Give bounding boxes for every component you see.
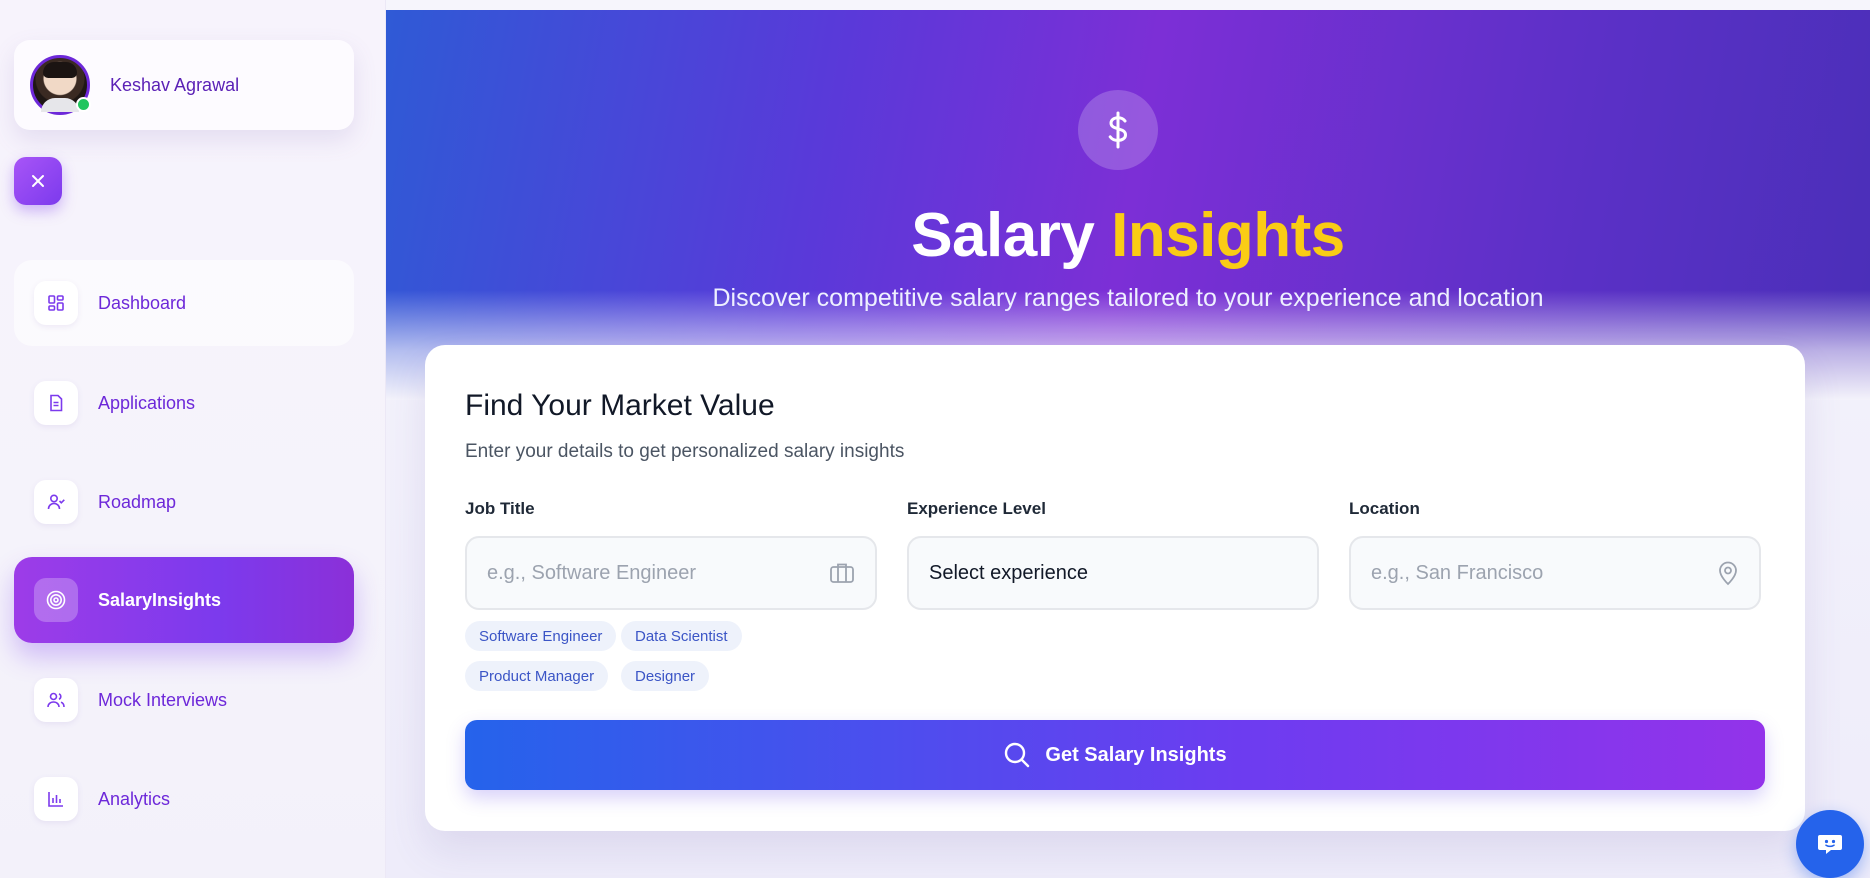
- sidebar-item-label: Analytics: [98, 788, 171, 809]
- sidebar-item-applications[interactable]: Applications: [14, 360, 354, 446]
- experience-level-label: Experience Level: [907, 499, 1046, 518]
- sidebar-item-label: Dashboard: [98, 292, 187, 313]
- chat-assistant-button[interactable]: [1796, 810, 1864, 878]
- dashboard-grid-icon: [34, 281, 78, 325]
- sidebar-item-analytics[interactable]: Analytics: [14, 756, 354, 842]
- close-icon: [32, 175, 44, 187]
- location-placeholder: e.g., San Francisco: [1371, 561, 1544, 584]
- sidebar: Keshav Agrawal Dashboard Applications Ro…: [0, 0, 386, 878]
- document-icon: [34, 381, 78, 425]
- suggestion-chip[interactable]: Software Engineer: [465, 621, 617, 651]
- suggestion-chip[interactable]: Data Scientist: [621, 621, 742, 651]
- avatar-shirt: [41, 98, 79, 112]
- form-subtitle: Enter your details to get personalized s…: [465, 441, 905, 462]
- job-title-input[interactable]: e.g., Software Engineer: [465, 536, 877, 610]
- target-icon: [34, 578, 78, 622]
- submit-label: Get Salary Insights: [1045, 743, 1227, 766]
- search-icon: [1005, 742, 1030, 768]
- sidebar-item-label: Roadmap: [98, 491, 177, 512]
- briefcase-icon: [830, 563, 854, 583]
- profile-card[interactable]: Keshav Agrawal: [14, 40, 354, 130]
- suggestion-chip[interactable]: Product Manager: [465, 661, 609, 691]
- page-title: Salary Insights: [386, 200, 1870, 271]
- salary-form-card: Find Your Market Value Enter your detail…: [425, 345, 1805, 831]
- get-salary-insights-button[interactable]: Get Salary Insights: [465, 720, 1765, 790]
- form-title: Find Your Market Value: [465, 389, 775, 422]
- sidebar-item-salaryinsights[interactable]: SalaryInsights: [14, 557, 354, 643]
- user-check-icon: [34, 480, 78, 524]
- sidebar-item-label: Applications: [98, 392, 196, 413]
- users-icon: [34, 678, 78, 722]
- sidebar-item-dashboard[interactable]: Dashboard: [14, 260, 354, 346]
- close-sidebar-button[interactable]: [14, 157, 62, 205]
- avatar-hair: [43, 62, 77, 78]
- hero-subtitle: Discover competitive salary ranges tailo…: [712, 284, 1544, 312]
- location-input[interactable]: e.g., San Francisco: [1349, 536, 1761, 610]
- chat-bot-icon: [1818, 835, 1842, 854]
- sidebar-item-label: Mock Interviews: [98, 689, 228, 710]
- map-pin-icon: [1719, 561, 1737, 586]
- job-title-label: Job Title: [465, 499, 535, 518]
- job-title-placeholder: e.g., Software Engineer: [487, 561, 697, 584]
- sidebar-item-label: SalaryInsights: [98, 589, 222, 610]
- sidebar-item-roadmap[interactable]: Roadmap: [14, 459, 354, 545]
- main-content: Salary Insights Discover competitive sal…: [386, 0, 1870, 878]
- sidebar-item-mock-interviews[interactable]: Mock Interviews: [14, 657, 354, 743]
- experience-level-value: Select experience: [929, 561, 1088, 584]
- suggestion-chip[interactable]: Designer: [621, 661, 710, 691]
- avatar[interactable]: [30, 55, 91, 115]
- online-status-dot: [76, 97, 91, 112]
- profile-name: Keshav Agrawal: [110, 74, 240, 95]
- experience-level-select[interactable]: Select experience: [907, 536, 1319, 610]
- hero-banner: Salary Insights: [386, 10, 1870, 400]
- bar-chart-icon: [34, 777, 78, 821]
- dollar-icon: [1078, 90, 1158, 170]
- title-main: Salary: [911, 201, 1095, 270]
- location-label: Location: [1349, 499, 1420, 518]
- title-accent: Insights: [1111, 201, 1345, 270]
